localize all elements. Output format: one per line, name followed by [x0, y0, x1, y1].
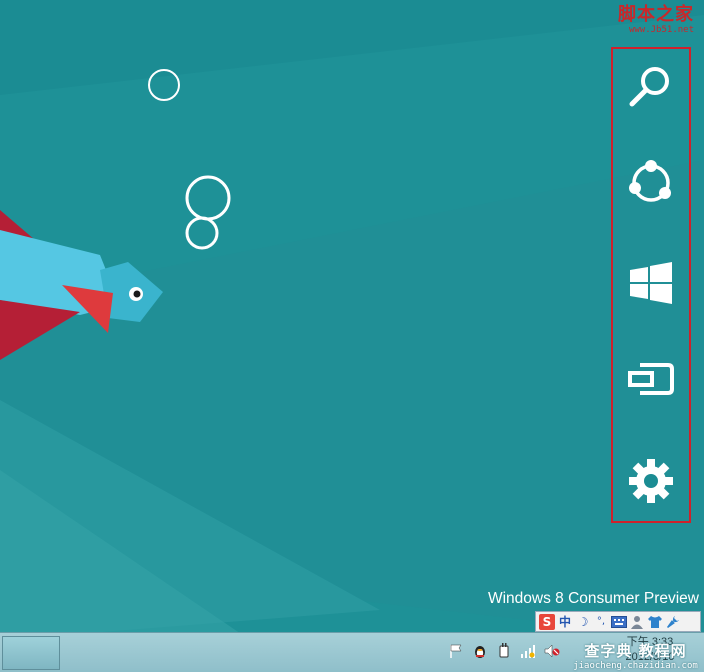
background-art	[0, 0, 704, 672]
ime-logo[interactable]: S	[539, 613, 555, 630]
ime-toolbar[interactable]: S 中 ☽ °,	[535, 611, 701, 632]
action-center-flag-icon[interactable]	[448, 643, 464, 659]
system-tray	[448, 643, 560, 659]
desktop-background	[0, 0, 704, 672]
power-plug-icon[interactable]	[496, 643, 512, 659]
charm-devices[interactable]	[613, 335, 689, 425]
windows-logo-icon	[630, 262, 672, 304]
ime-mode-toggle[interactable]: 中	[557, 614, 573, 630]
ime-fullwidth-toggle[interactable]: ☽	[575, 614, 591, 630]
ime-punctuation-toggle[interactable]: °,	[593, 614, 609, 630]
charm-share[interactable]	[613, 138, 689, 228]
charm-settings[interactable]	[613, 436, 689, 526]
os-version-watermark: Windows 8 Consumer Preview	[487, 590, 699, 607]
charm-start[interactable]	[613, 238, 689, 328]
charms-bar	[611, 47, 691, 523]
wrench-icon[interactable]	[665, 614, 681, 630]
skin-shirt-icon[interactable]	[647, 614, 663, 630]
charm-search[interactable]	[613, 42, 689, 132]
watermark-bottom-url: jiaocheng.chazidian.com	[573, 661, 698, 671]
devices-icon	[628, 363, 674, 395]
gear-icon	[629, 459, 673, 503]
watermark-site-url: www.Jb51.net	[628, 25, 694, 35]
search-icon	[629, 67, 669, 107]
watermark-bottom-title: 查字典 教程网	[584, 642, 687, 660]
taskbar-start-area[interactable]	[2, 636, 60, 670]
watermark-site-name: 脚本之家	[618, 4, 694, 25]
network-signal-icon[interactable]	[520, 643, 536, 659]
user-icon[interactable]	[629, 614, 645, 630]
keyboard-icon[interactable]	[611, 614, 627, 630]
share-icon	[629, 160, 671, 202]
volume-muted-icon[interactable]	[544, 643, 560, 659]
watermark-top: 脚本之家 www.Jb51.net	[618, 6, 694, 35]
watermark-bottom: 查字典 教程网 jiaocheng.chazidian.com	[573, 640, 698, 671]
qq-penguin-icon[interactable]	[472, 643, 488, 659]
